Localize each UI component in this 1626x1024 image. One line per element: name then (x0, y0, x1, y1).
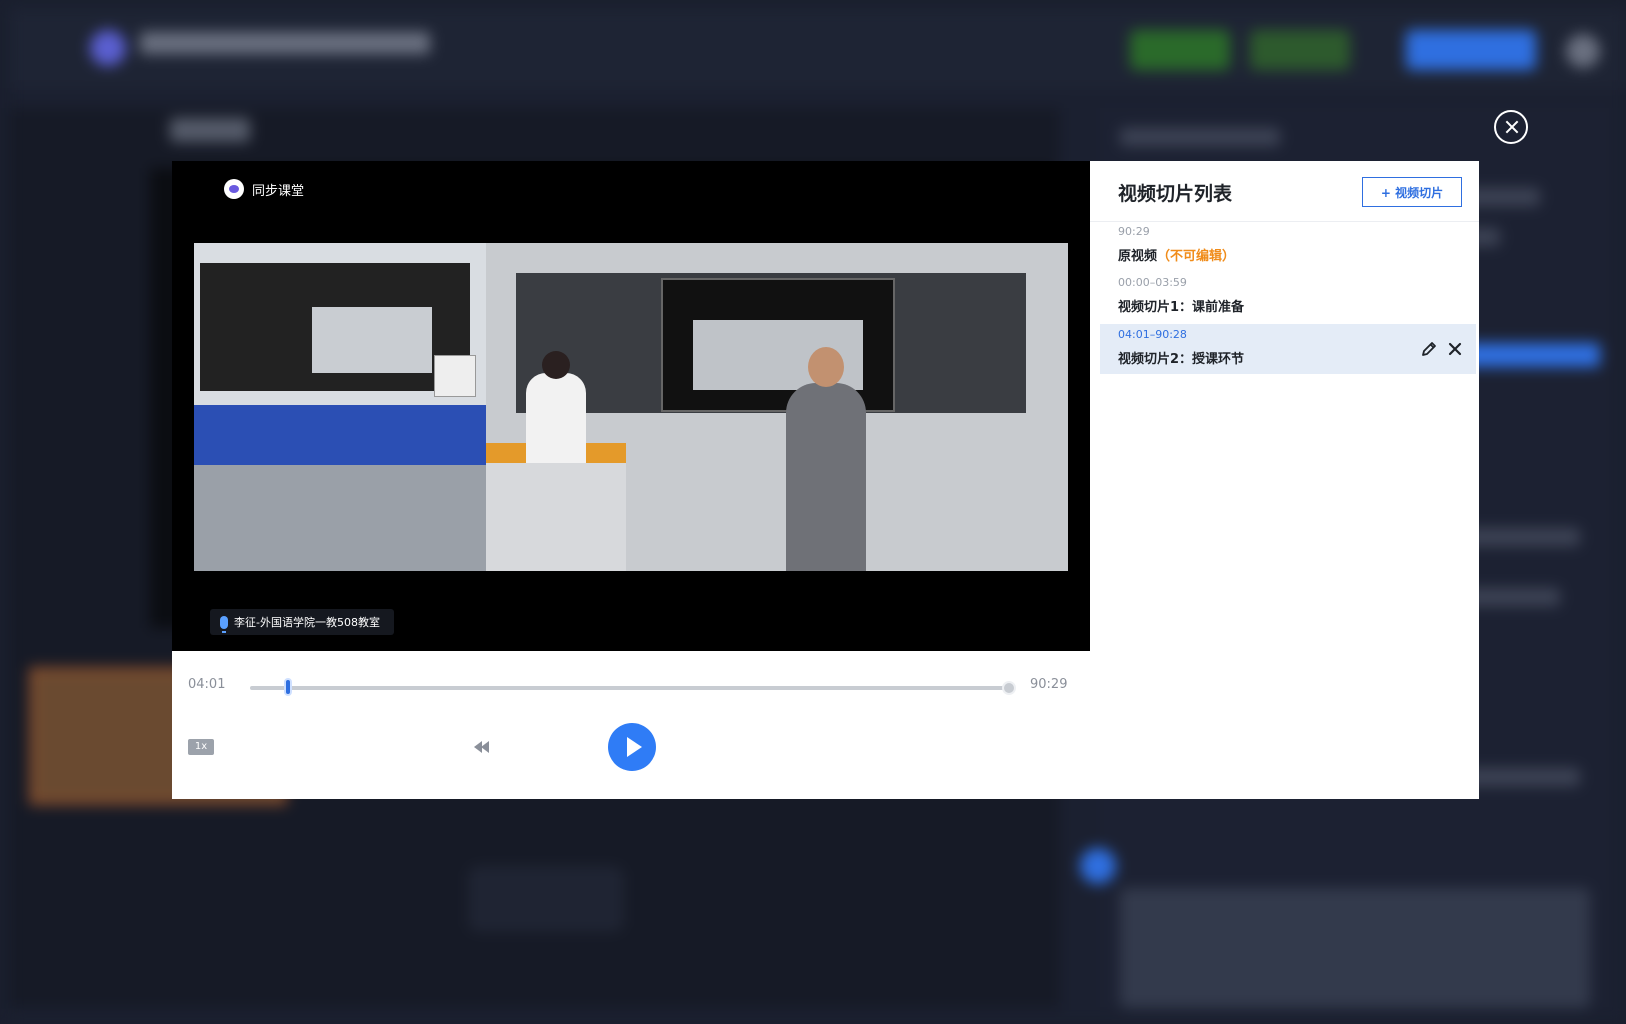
playback-speed-button[interactable]: 1x (188, 739, 214, 755)
bg-avatar (1566, 34, 1600, 68)
brand-label: 同步课堂 (252, 183, 305, 199)
bg-line (1120, 128, 1280, 146)
clip-range: 04:01–90:28 (1118, 328, 1187, 341)
bg-logo (90, 30, 126, 66)
clip-range: 00:00–03:59 (1118, 276, 1187, 289)
bg-text-block (1120, 888, 1590, 1008)
bg-blue-button (1406, 30, 1536, 70)
clip-name-text: 原视频 (1118, 249, 1158, 264)
classroom-wall (194, 405, 486, 465)
clip-name: 视频切片2：授课环节 (1118, 352, 1245, 367)
clip-name: 视频切片1：课前准备 (1118, 300, 1245, 315)
video-clip-modal: 同步课堂 李征-外国语学院一教508教室 04:01 90:29 1x 视频切片… (172, 161, 1479, 799)
clip-item-1[interactable]: 00:00–03:59 视频切片1：课前准备 (1100, 272, 1476, 322)
bg-green-button-2 (1250, 30, 1350, 70)
brand: 同步课堂 (224, 179, 304, 199)
assistant-head (542, 351, 570, 379)
bg-title (140, 32, 430, 54)
pip-slide (312, 307, 432, 373)
delete-icon[interactable] (1446, 340, 1464, 358)
bg-green-button-1 (1130, 30, 1230, 70)
clip-note: （不可编辑） (1157, 249, 1236, 264)
room-label: 李征-外国语学院一教508教室 (234, 616, 380, 629)
clip-list-title: 视频切片列表 (1118, 183, 1233, 205)
clip-item-2[interactable]: 04:01–90:28 视频切片2：授课环节 (1100, 324, 1476, 374)
pip-screen-capture (194, 243, 486, 405)
main-classroom (486, 243, 1068, 571)
room-label-tag: 李征-外国语学院一教508教室 (210, 609, 394, 635)
rewind-icon[interactable] (472, 739, 492, 755)
classroom-floor (194, 465, 486, 571)
video-player: 同步课堂 李征-外国语学院一教508教室 04:01 90:29 1x (172, 161, 1090, 799)
current-time: 04:01 (188, 677, 226, 692)
brand-logo-icon (224, 179, 244, 199)
play-icon[interactable] (608, 723, 656, 771)
video-frame (194, 243, 1068, 571)
clip-item-original[interactable]: 90:29 原视频（不可编辑） (1100, 221, 1476, 271)
display-monitor (661, 278, 895, 412)
bg-pill-button (470, 868, 622, 930)
player-controls: 04:01 90:29 1x (172, 651, 1090, 799)
video-screen[interactable]: 同步课堂 李征-外国语学院一教508教室 (172, 161, 1090, 651)
clip-range: 90:29 (1118, 225, 1150, 238)
teacher-head (808, 347, 844, 387)
teacher-figure (786, 347, 866, 571)
bg-subtitle (170, 118, 250, 142)
clip-list-panel: 视频切片列表 + 视频切片 90:29 原视频（不可编辑） 00:00–03:5… (1090, 161, 1479, 799)
qr-code (434, 355, 476, 397)
clip-start-handle[interactable] (284, 678, 292, 696)
assistant-figure (526, 351, 586, 463)
pip-remote-classroom (194, 405, 486, 571)
clip-name: 原视频（不可编辑） (1118, 245, 1235, 264)
add-clip-button[interactable]: + 视频切片 (1362, 177, 1462, 207)
clip-list-header: 视频切片列表 + 视频切片 (1090, 161, 1479, 222)
progress-track[interactable] (250, 686, 1010, 690)
close-icon[interactable] (1494, 110, 1528, 144)
total-time: 90:29 (1030, 677, 1068, 692)
microphone-icon (220, 615, 228, 633)
bg-blue-dot (1080, 848, 1116, 884)
clip-end-handle[interactable] (1002, 681, 1016, 695)
edit-icon[interactable] (1420, 340, 1438, 358)
